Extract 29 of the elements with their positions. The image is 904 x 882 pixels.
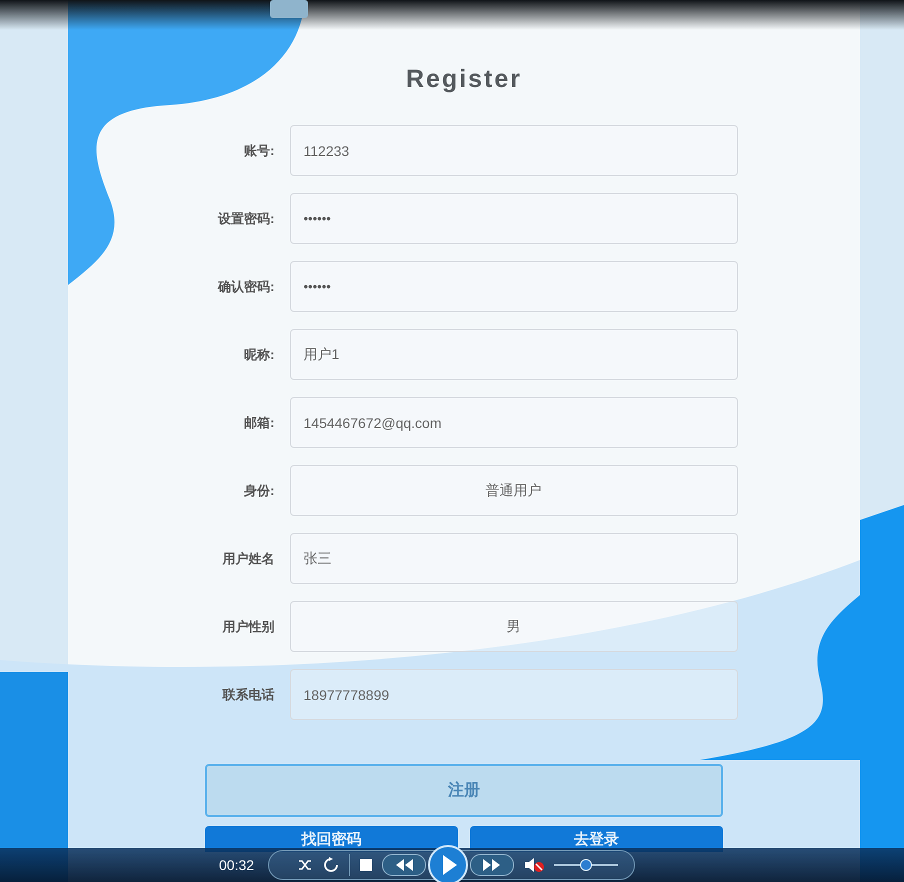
register-button[interactable]: 注册 (205, 764, 723, 817)
speaker-icon[interactable] (524, 857, 544, 873)
field-label: 确认密码: (216, 278, 276, 296)
field-label: 用户性别 (221, 618, 276, 636)
shuffle-icon[interactable] (297, 857, 313, 873)
repeat-icon[interactable] (323, 857, 339, 873)
playback-time: 00:32 (219, 857, 256, 873)
password-field[interactable]: •••••• (290, 261, 738, 312)
field-label: 身份: (243, 482, 276, 500)
input-field[interactable]: 112233 (290, 125, 738, 176)
tab-handle (270, 0, 308, 18)
field-label: 用户姓名 (221, 550, 276, 568)
select-field[interactable]: 男 (290, 601, 738, 652)
rewind-icon[interactable] (382, 854, 426, 876)
select-field[interactable]: 普通用户 (290, 465, 738, 516)
fast-forward-icon[interactable] (470, 854, 514, 876)
field-label: 账号: (243, 142, 276, 160)
field-label: 设置密码: (216, 210, 276, 228)
input-field[interactable]: 18977778899 (290, 669, 738, 720)
volume-slider[interactable] (554, 859, 618, 871)
input-field[interactable]: 张三 (290, 533, 738, 584)
play-icon[interactable] (428, 845, 468, 882)
input-field[interactable]: 1454467672@qq.com (290, 397, 738, 448)
field-label: 联系电话 (221, 686, 276, 704)
input-field[interactable]: 用户1 (290, 329, 738, 380)
field-label: 昵称: (243, 346, 276, 364)
field-label: 邮箱: (243, 414, 276, 432)
form-title: Register (406, 64, 522, 94)
password-field[interactable]: •••••• (290, 193, 738, 244)
